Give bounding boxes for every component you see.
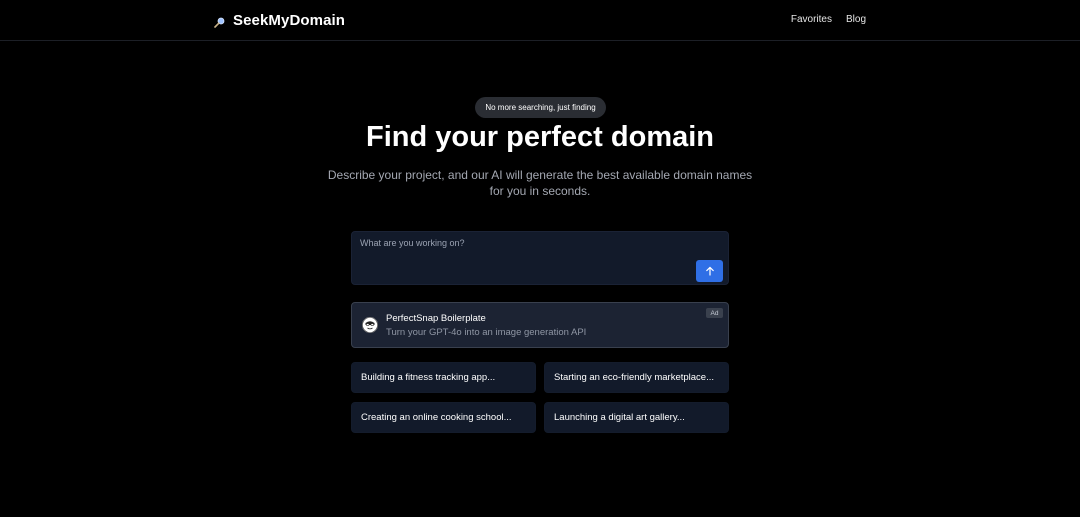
nav-link-favorites[interactable]: Favorites	[791, 14, 832, 25]
suggestion-eco-marketplace[interactable]: Starting an eco-friendly marketplace...	[544, 362, 729, 393]
ad-description: Turn your GPT-4o into an image generatio…	[386, 327, 587, 338]
arrow-up-icon	[705, 264, 715, 279]
ad-title: PerfectSnap Boilerplate	[386, 313, 486, 324]
hero-subtitle: Describe your project, and our AI will g…	[327, 168, 753, 198]
project-prompt-box	[351, 231, 729, 285]
suggestion-art-gallery[interactable]: Launching a digital art gallery...	[544, 402, 729, 433]
ad-badge: Ad	[706, 308, 723, 318]
top-navbar: SeekMyDomain Favorites Blog	[0, 0, 1080, 41]
sponsored-ad-card[interactable]: PerfectSnap Boilerplate Turn your GPT-4o…	[351, 302, 729, 348]
suggestion-fitness-app[interactable]: Building a fitness tracking app...	[351, 362, 536, 393]
nav-link-blog[interactable]: Blog	[846, 14, 866, 25]
suggestion-cooking-school[interactable]: Creating an online cooking school...	[351, 402, 536, 433]
main-nav: Favorites Blog	[791, 14, 866, 25]
brand-logo[interactable]: SeekMyDomain	[214, 11, 345, 29]
mascot-logo-icon	[362, 317, 378, 333]
project-description-input[interactable]	[360, 238, 690, 278]
page-title: Find your perfect domain	[365, 121, 715, 153]
tagline-badge: No more searching, just finding	[475, 97, 606, 118]
magnifier-icon	[214, 15, 225, 28]
brand-name: SeekMyDomain	[233, 11, 346, 29]
submit-button[interactable]	[696, 260, 723, 282]
